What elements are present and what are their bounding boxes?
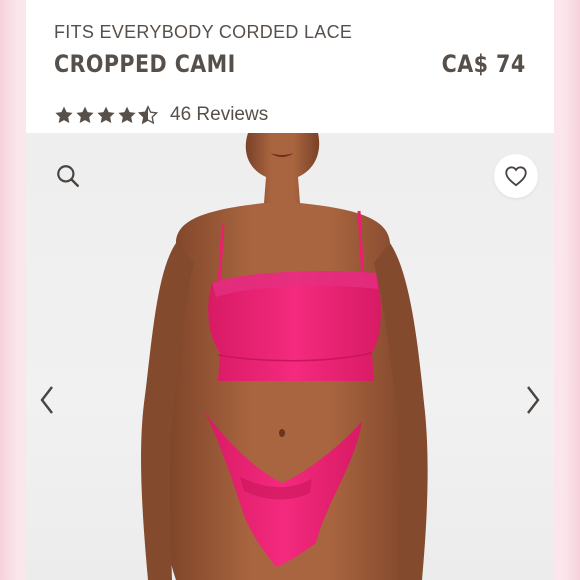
previous-image-button[interactable] xyxy=(35,382,59,418)
star-icon xyxy=(118,106,136,123)
next-image-button[interactable] xyxy=(521,382,545,418)
search-icon xyxy=(57,165,79,187)
rating-row[interactable]: 46 Reviews xyxy=(54,104,268,126)
product-photo xyxy=(141,133,428,580)
heart-icon xyxy=(505,166,527,187)
star-icon xyxy=(97,106,115,123)
half-star-icon xyxy=(138,105,158,125)
product-image-gallery[interactable] xyxy=(26,133,554,580)
star-rating xyxy=(54,105,158,125)
star-icon xyxy=(55,106,73,123)
product-title: CROPPED CAMI xyxy=(54,50,236,78)
product-price: CA$ 74 xyxy=(442,50,526,78)
favorite-button[interactable] xyxy=(494,154,538,198)
reviews-link[interactable]: 46 Reviews xyxy=(170,104,268,126)
zoom-button[interactable] xyxy=(46,154,90,198)
chevron-left-icon xyxy=(40,386,53,414)
product-card: FITS EVERYBODY CORDED LACE CROPPED CAMI … xyxy=(26,0,554,580)
chevron-right-icon xyxy=(527,386,540,414)
product-header: FITS EVERYBODY CORDED LACE CROPPED CAMI … xyxy=(26,0,554,133)
collection-name: FITS EVERYBODY CORDED LACE xyxy=(54,22,353,42)
star-icon xyxy=(76,106,94,123)
